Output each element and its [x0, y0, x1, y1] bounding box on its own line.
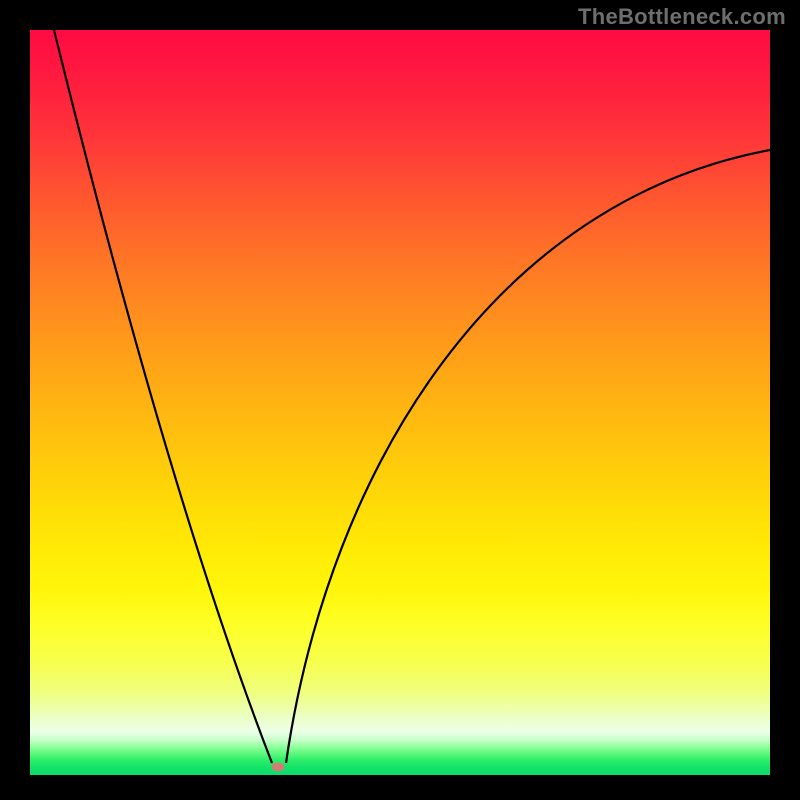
- chart-frame: TheBottleneck.com: [0, 0, 800, 800]
- gradient-plot-area: [30, 30, 770, 775]
- minimum-marker: [272, 763, 285, 772]
- curve-right-branch: [286, 150, 770, 763]
- bottleneck-curve: [30, 30, 770, 775]
- curve-left-branch: [54, 30, 272, 763]
- watermark-text: TheBottleneck.com: [578, 4, 786, 30]
